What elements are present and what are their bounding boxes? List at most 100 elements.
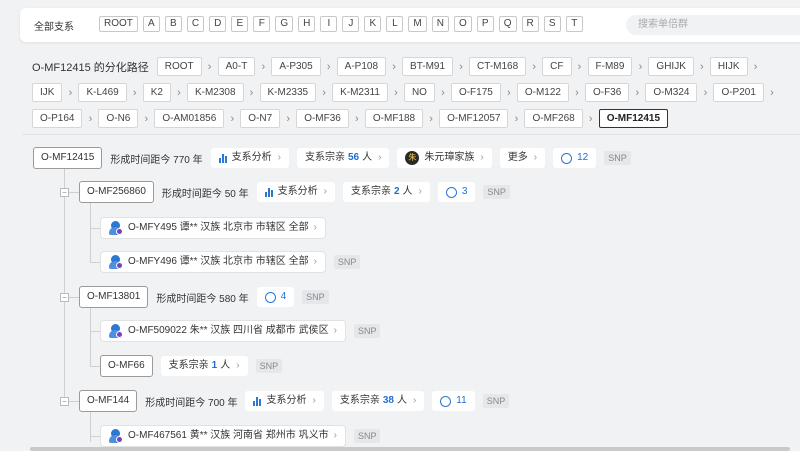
- differentiation-path: O-MF12415 的分化路径 ROOT › A0-T › A-P305 › A-P108 › B…: [32, 55, 792, 133]
- chevron-right-icon: ›: [441, 86, 445, 99]
- section-divider: [22, 134, 800, 135]
- node-name[interactable]: O-MF144: [79, 390, 138, 412]
- path-crumb[interactable]: F-M89: [587, 57, 633, 76]
- path-crumb[interactable]: O-MF12057: [439, 109, 509, 128]
- analysis-button[interactable]: 支系分析 ›: [210, 148, 289, 168]
- letter-filter-p[interactable]: P: [476, 16, 494, 32]
- clan-members-button[interactable]: 支系宗亲 38 人 ›: [331, 391, 425, 411]
- path-crumb[interactable]: A-P108: [336, 57, 387, 76]
- chevron-right-icon: ›: [88, 112, 93, 125]
- path-crumb[interactable]: K-M2335: [259, 83, 317, 102]
- path-crumb[interactable]: BT-M91: [402, 57, 454, 76]
- node-name[interactable]: O-MF256860: [79, 181, 154, 203]
- snp-badge[interactable]: SNP: [255, 359, 283, 373]
- horizontal-scrollbar[interactable]: [30, 447, 790, 451]
- comments-button[interactable]: 3: [437, 182, 476, 202]
- path-crumb[interactable]: NO: [403, 83, 435, 102]
- letter-filter-h[interactable]: H: [298, 16, 316, 32]
- analysis-button[interactable]: 支系分析 ›: [245, 391, 324, 411]
- path-crumb[interactable]: IJK: [32, 83, 63, 102]
- snp-badge[interactable]: SNP: [482, 394, 510, 408]
- sample-entry[interactable]: O-MFY495 谭** 汉族 北京市 市辖区 全部 ›: [100, 217, 326, 239]
- path-crumb[interactable]: CT-M168: [469, 57, 527, 76]
- path-crumb[interactable]: O-MF268: [524, 109, 583, 128]
- letter-filter-j[interactable]: J: [342, 16, 360, 32]
- path-crumb[interactable]: O-M122: [516, 83, 569, 102]
- letter-filter-t[interactable]: T: [565, 16, 583, 32]
- letter-filter-d[interactable]: D: [209, 16, 227, 32]
- haplogroup-search-input[interactable]: 搜索单倍群: [626, 15, 800, 35]
- path-crumb[interactable]: K-L469: [78, 83, 127, 102]
- letter-filter-b[interactable]: B: [164, 16, 182, 32]
- path-crumb[interactable]: K-M2308: [186, 83, 244, 102]
- letter-filter-o[interactable]: O: [453, 16, 472, 32]
- path-crumb[interactable]: O-MF188: [364, 109, 424, 128]
- letter-filter-r[interactable]: R: [521, 16, 539, 32]
- snp-badge[interactable]: SNP: [302, 290, 329, 304]
- letter-filter-g[interactable]: G: [275, 16, 294, 32]
- snp-badge[interactable]: SNP: [353, 324, 381, 338]
- path-crumb[interactable]: K-M2311: [332, 83, 388, 102]
- letter-filter-c[interactable]: C: [186, 16, 205, 32]
- path-crumb[interactable]: O-N6: [98, 109, 139, 128]
- chevron-right-icon: ›: [333, 325, 337, 336]
- tree-node-child: O-MF144 形成时间距今 700 年 支系分析 › 支系宗亲 38 人 › 11…: [79, 390, 510, 412]
- comments-button[interactable]: 12: [553, 148, 597, 168]
- path-crumb[interactable]: O-P201: [713, 83, 764, 102]
- path-crumb[interactable]: O-P164: [32, 109, 83, 128]
- path-crumb[interactable]: ROOT: [156, 57, 202, 76]
- path-crumb[interactable]: O-AM01856: [154, 109, 225, 128]
- snp-badge[interactable]: SNP: [353, 429, 381, 443]
- letter-filter-l[interactable]: L: [386, 16, 404, 32]
- path-crumb[interactable]: K2: [142, 83, 171, 102]
- path-crumb[interactable]: O-N7: [240, 109, 281, 128]
- family-button[interactable]: 朱 朱元璋家族 ›: [397, 148, 492, 168]
- path-crumb[interactable]: HIJK: [709, 57, 748, 76]
- analysis-button[interactable]: 支系分析 ›: [256, 182, 335, 202]
- letter-filter-e[interactable]: E: [231, 16, 249, 32]
- more-button[interactable]: 更多 ›: [499, 148, 546, 168]
- path-crumb[interactable]: O-F36: [584, 83, 630, 102]
- path-crumb[interactable]: O-MF12415: [598, 109, 669, 128]
- chevron-right-icon: ›: [326, 60, 331, 73]
- clan-members-button[interactable]: 支系宗亲 56 人 ›: [296, 148, 390, 168]
- path-crumb[interactable]: GHIJK: [648, 57, 694, 76]
- bar-chart-icon: [218, 153, 227, 163]
- path-crumb[interactable]: A-P305: [271, 57, 321, 76]
- path-crumb[interactable]: CF: [542, 57, 572, 76]
- chevron-right-icon: ›: [635, 86, 640, 99]
- letter-filter-a[interactable]: A: [142, 16, 160, 32]
- node-name[interactable]: O-MF66: [100, 355, 153, 377]
- snp-badge[interactable]: SNP: [604, 151, 631, 165]
- letter-filter-root[interactable]: ROOT: [99, 16, 138, 32]
- sample-entry[interactable]: O-MF467561 黄** 汉族 河南省 郑州市 巩义市 ›: [100, 425, 346, 447]
- node-name[interactable]: O-MF12415: [33, 147, 103, 169]
- filter-all-label[interactable]: 全部支系: [34, 18, 74, 33]
- node-name[interactable]: O-MF13801: [79, 286, 149, 308]
- collapse-toggle[interactable]: −: [60, 188, 69, 197]
- collapse-toggle[interactable]: −: [60, 397, 69, 406]
- letter-filter-m[interactable]: M: [408, 16, 427, 32]
- path-crumb[interactable]: O-F175: [450, 83, 501, 102]
- comments-button[interactable]: 4: [256, 287, 295, 307]
- path-crumb[interactable]: O-MF36: [296, 109, 349, 128]
- clan-members-button[interactable]: 支系宗亲 1 人 ›: [160, 356, 248, 376]
- path-crumb[interactable]: O-M324: [645, 83, 698, 102]
- chevron-right-icon: ›: [412, 395, 417, 406]
- clan-members-button[interactable]: 支系宗亲 2 人 ›: [342, 182, 430, 202]
- chevron-right-icon: ›: [277, 152, 281, 163]
- letter-filter-n[interactable]: N: [431, 16, 449, 32]
- comments-button[interactable]: 11: [432, 391, 475, 411]
- letter-filter-k[interactable]: K: [364, 16, 382, 32]
- letter-filter-s[interactable]: S: [543, 16, 561, 32]
- sample-entry[interactable]: O-MF509022 朱** 汉族 四川省 成都市 武侯区 ›: [100, 320, 346, 342]
- snp-badge[interactable]: SNP: [333, 255, 361, 269]
- path-crumb[interactable]: A0-T: [217, 57, 256, 76]
- comment-icon: [561, 152, 573, 164]
- collapse-toggle[interactable]: −: [60, 293, 69, 302]
- sample-entry[interactable]: O-MFY496 谭** 汉族 北京市 市辖区 全部 ›: [100, 251, 326, 273]
- letter-filter-i[interactable]: I: [320, 16, 338, 32]
- letter-filter-q[interactable]: Q: [498, 16, 517, 32]
- snp-badge[interactable]: SNP: [483, 185, 510, 199]
- letter-filter-f[interactable]: F: [253, 16, 271, 32]
